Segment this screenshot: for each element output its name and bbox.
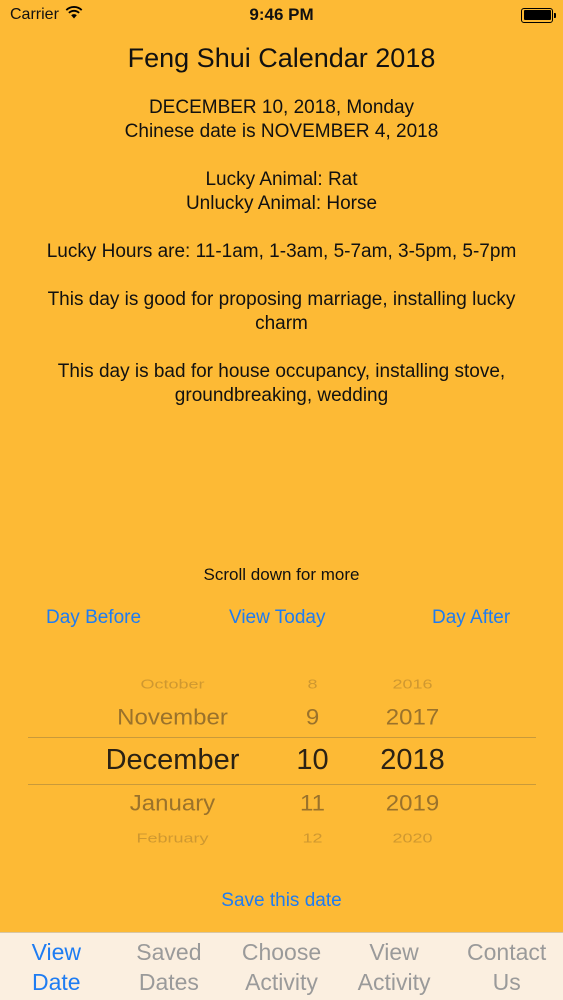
day-info: Feng Shui Calendar 2018 DECEMBER 10, 201… xyxy=(0,36,563,408)
status-right xyxy=(403,7,556,23)
month-wheel[interactable]: October November December January Februa… xyxy=(80,668,265,853)
day-before-button[interactable]: Day Before xyxy=(46,607,141,629)
tab-label-line1: Choose xyxy=(241,938,322,965)
status-bar: Carrier 9:46 PM xyxy=(0,0,563,30)
picker-option[interactable]: 2020 xyxy=(360,831,465,846)
tab-label-line2: Activity xyxy=(357,968,431,995)
tab-label-line2: Us xyxy=(492,968,521,995)
date-picker[interactable]: October November December January Februa… xyxy=(0,668,563,853)
chinese-date-line: Chinese date is NOVEMBER 4, 2018 xyxy=(124,121,439,142)
picker-option[interactable]: 11 xyxy=(270,791,355,817)
battery-fill xyxy=(523,10,551,20)
tab-contact-us[interactable]: Contact Us xyxy=(450,933,563,1000)
good-for: This day is good for proposing marriage,… xyxy=(47,289,516,334)
animal-block: Lucky Animal: Rat Unlucky Animal: Horse xyxy=(0,168,563,216)
picker-option[interactable]: 2019 xyxy=(360,791,465,817)
unlucky-animal: Unlucky Animal: Horse xyxy=(185,193,378,214)
tab-label-line2: Dates xyxy=(138,968,199,995)
picker-option[interactable]: February xyxy=(80,831,265,846)
date-block: DECEMBER 10, 2018, Monday Chinese date i… xyxy=(0,96,563,144)
day-navigation: Day Before View Today Day After xyxy=(0,607,563,635)
date-line: DECEMBER 10, 2018, Monday xyxy=(148,97,415,118)
tab-saved-dates[interactable]: Saved Dates xyxy=(113,933,226,1000)
page-title: Feng Shui Calendar 2018 xyxy=(127,43,436,73)
tab-view-activity[interactable]: View Activity xyxy=(338,933,451,1000)
picker-option[interactable]: 12 xyxy=(270,831,355,846)
picker-option[interactable]: 9 xyxy=(270,705,355,731)
scroll-hint: Scroll down for more xyxy=(203,565,360,584)
picker-selected-month[interactable]: December xyxy=(80,744,265,777)
tab-label-line1: View xyxy=(369,938,419,965)
tab-label-line1: View xyxy=(31,938,82,965)
picker-selected-day[interactable]: 10 xyxy=(270,744,355,777)
carrier-label: Carrier xyxy=(10,6,59,23)
tab-view-date[interactable]: View Date xyxy=(0,933,113,1000)
tab-label-line2: Date xyxy=(32,968,81,995)
picker-option[interactable]: October xyxy=(80,677,265,692)
save-date-button[interactable]: Save this date xyxy=(0,890,563,912)
tab-label-line1: Saved xyxy=(136,938,202,965)
status-left: Carrier xyxy=(10,6,160,24)
tab-choose-activity[interactable]: Choose Activity xyxy=(225,933,338,1000)
status-time: 9:46 PM xyxy=(249,5,314,24)
wifi-icon xyxy=(65,6,83,24)
picker-option[interactable]: January xyxy=(80,791,265,817)
lucky-animal: Lucky Animal: Rat xyxy=(205,169,358,190)
year-wheel[interactable]: 2016 2017 2018 2019 2020 xyxy=(360,668,465,853)
lucky-hours: Lucky Hours are: 11-1am, 1-3am, 5-7am, 3… xyxy=(46,241,517,262)
picker-option[interactable]: 2017 xyxy=(360,705,465,731)
tab-label-line2: Activity xyxy=(245,968,318,995)
view-today-button[interactable]: View Today xyxy=(229,607,325,629)
bad-for: This day is bad for house occupancy, ins… xyxy=(57,361,506,406)
picker-selected-year[interactable]: 2018 xyxy=(360,744,465,777)
picker-option[interactable]: 2016 xyxy=(360,677,465,692)
picker-option[interactable]: 8 xyxy=(270,677,355,692)
tab-label-line1: Contact xyxy=(467,938,547,965)
tab-bar: View Date Saved Dates Choose Activity Vi… xyxy=(0,932,563,1000)
day-wheel[interactable]: 8 9 10 11 12 xyxy=(270,668,355,853)
day-after-button[interactable]: Day After xyxy=(432,607,510,629)
battery-icon xyxy=(521,7,556,23)
picker-option[interactable]: November xyxy=(80,705,265,731)
